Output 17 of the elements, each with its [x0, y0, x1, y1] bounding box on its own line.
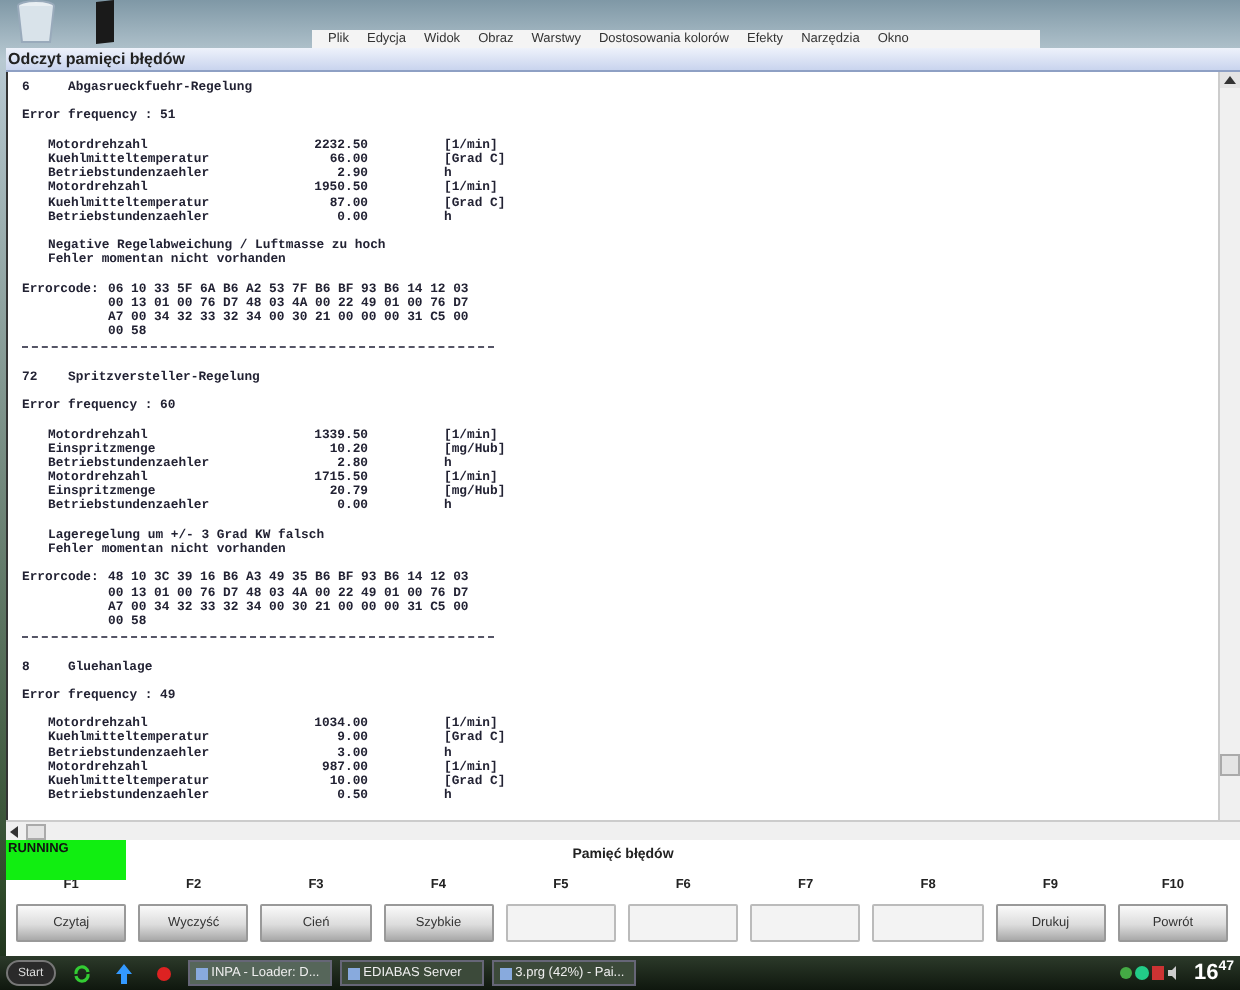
function-button[interactable]	[628, 904, 739, 942]
scrollbar-thumb[interactable]	[1220, 754, 1240, 776]
up-arrow-icon[interactable]	[115, 963, 132, 983]
function-button[interactable]	[872, 904, 984, 942]
window-title: Odczyt pamięci błędów	[6, 50, 185, 68]
circle-app-icon[interactable]	[155, 965, 172, 981]
scroll-up-icon[interactable]	[1220, 72, 1240, 88]
computer-tower-icon[interactable]	[92, 0, 116, 44]
function-button[interactable]	[750, 904, 861, 942]
refresh-icon[interactable]	[71, 963, 92, 983]
vertical-scrollbar[interactable]	[1218, 72, 1240, 820]
function-button[interactable]	[505, 904, 617, 942]
horizontal-scrollbar[interactable]	[6, 820, 1240, 840]
tray-icons-drawing[interactable]	[1117, 964, 1178, 982]
scrollbar-thumb[interactable]	[26, 823, 46, 839]
clock: 16$^{47}$	[1193, 960, 1234, 986]
recycle-bin-icon[interactable]	[16, 0, 56, 44]
